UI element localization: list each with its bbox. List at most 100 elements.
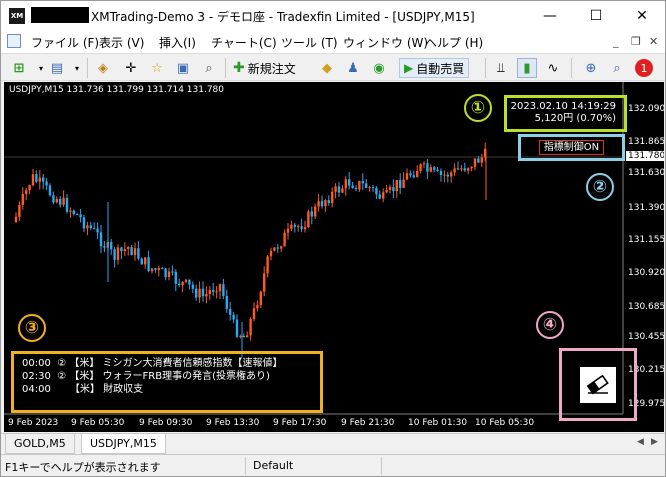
search-icon[interactable]: ⌕ bbox=[607, 58, 627, 78]
price-tick-label: 131.155 bbox=[628, 235, 664, 245]
candle-body bbox=[103, 246, 106, 248]
new-order-icon: ✚ bbox=[233, 60, 245, 76]
strategy-tester-icon[interactable]: ⌕ bbox=[199, 58, 219, 78]
candle-body bbox=[150, 268, 154, 272]
menu-file[interactable]: ファイル (F) bbox=[31, 34, 99, 51]
candle-body bbox=[127, 247, 130, 250]
time-tick-label: 9 Feb 17:30 bbox=[273, 418, 327, 428]
candle-body bbox=[368, 186, 371, 188]
profiles-icon[interactable]: ▤ bbox=[47, 58, 67, 78]
signals-icon[interactable]: ◉ bbox=[369, 58, 389, 78]
candle-body bbox=[470, 166, 473, 169]
price-tick-label: 130.685 bbox=[628, 302, 664, 312]
candle-body bbox=[208, 290, 211, 295]
candle-body bbox=[96, 228, 99, 233]
candle-body bbox=[130, 247, 133, 256]
tab-usdjpy-m15[interactable]: USDJPY,M15 bbox=[81, 434, 166, 454]
menu-tools[interactable]: ツール (T) bbox=[281, 34, 338, 51]
candle-body bbox=[426, 163, 429, 172]
candle-body bbox=[422, 163, 426, 165]
candle-body bbox=[14, 216, 18, 222]
time-tick-label: 9 Feb 13:30 bbox=[206, 418, 260, 428]
annotation-4: ④ bbox=[536, 311, 564, 339]
candle-body bbox=[205, 294, 208, 297]
candle-body bbox=[184, 279, 188, 282]
candle-body bbox=[52, 195, 55, 203]
price-tick-label: 131.630 bbox=[628, 168, 664, 178]
candle-body bbox=[314, 206, 317, 217]
annotation-3: ③ bbox=[18, 314, 46, 342]
menu-help[interactable]: ヘルプ (H) bbox=[425, 34, 483, 51]
price-tick-label: 130.455 bbox=[628, 332, 664, 342]
mdi-minimize-button[interactable]: _ bbox=[613, 35, 619, 48]
mdi-close-button[interactable]: ✕ bbox=[649, 35, 658, 48]
candle-body bbox=[395, 179, 398, 192]
annotation-1: ① bbox=[464, 94, 492, 122]
candlestick-chart-icon[interactable]: ▮ bbox=[517, 58, 537, 78]
chart-window-icon[interactable] bbox=[7, 34, 21, 48]
indicator-control-button[interactable]: 指標制御ON bbox=[538, 140, 605, 155]
tab-gold-m5[interactable]: GOLD,M5 bbox=[5, 434, 75, 454]
metaeditor-icon[interactable]: ◆ bbox=[317, 58, 337, 78]
trader-icon[interactable]: ♟ bbox=[343, 58, 363, 78]
eraser-box bbox=[559, 348, 637, 421]
indicator-control-box: 指標制御ON bbox=[518, 134, 625, 161]
time-tick-label: 10 Feb 01:30 bbox=[408, 418, 468, 428]
candle-body bbox=[297, 226, 300, 228]
market-watch-icon[interactable]: ◈ bbox=[93, 58, 113, 78]
candle-body bbox=[62, 197, 65, 205]
close-button[interactable]: ✕ bbox=[619, 1, 665, 31]
current-price-label: 131.780 bbox=[626, 151, 664, 161]
status-divider bbox=[381, 457, 382, 475]
candle-body bbox=[161, 268, 164, 270]
terminal-window: XM XMTrading-Demo 3 - デモロ座 - Tradexfin L… bbox=[0, 0, 666, 477]
menu-chart[interactable]: チャート(C) bbox=[211, 34, 277, 51]
new-chart-icon[interactable]: ⊞ bbox=[9, 58, 29, 78]
candle-body bbox=[256, 305, 259, 309]
candle-body bbox=[38, 177, 41, 182]
candle-body bbox=[450, 172, 453, 177]
candle-body bbox=[154, 268, 157, 271]
price-chart[interactable]: USDJPY,M15 131.736 131.799 131.714 131.7… bbox=[4, 82, 664, 432]
candle-body bbox=[409, 173, 412, 176]
annotation-2: ② bbox=[586, 173, 614, 201]
time-tick-label: 9 Feb 2023 bbox=[8, 418, 59, 428]
crosshair-icon[interactable]: ✛ bbox=[121, 58, 141, 78]
notification-badge[interactable]: 1 bbox=[635, 59, 653, 77]
new-order-label: 新規注文 bbox=[247, 61, 296, 76]
tab-scroll-right-icon[interactable]: ▶ bbox=[651, 437, 658, 447]
tab-scroll-left-icon[interactable]: ◀ bbox=[637, 437, 644, 447]
candle-body bbox=[348, 179, 351, 186]
line-chart-icon[interactable]: ∿ bbox=[543, 58, 563, 78]
candle-body bbox=[388, 187, 392, 190]
candle-body bbox=[229, 308, 232, 315]
candle-body bbox=[283, 232, 286, 247]
menu-window[interactable]: ウィンドウ (W) bbox=[343, 34, 428, 51]
candle-body bbox=[133, 248, 137, 256]
candle-body bbox=[48, 185, 52, 196]
candle-body bbox=[416, 170, 419, 178]
profiles-dropdown-icon[interactable]: ▾ bbox=[67, 58, 87, 78]
auto-trading-button[interactable]: ▶ 自動売買 bbox=[399, 58, 470, 78]
new-order-button[interactable]: ✚ 新規注文 bbox=[233, 58, 296, 78]
candle-body bbox=[137, 248, 140, 259]
candle-body bbox=[140, 258, 143, 265]
toolbar-separator bbox=[571, 58, 572, 78]
candle-body bbox=[171, 271, 174, 273]
candle-body bbox=[334, 186, 337, 192]
candle-body bbox=[89, 225, 92, 229]
maximize-button[interactable]: ☐ bbox=[573, 1, 619, 31]
candle-body bbox=[429, 167, 432, 172]
candle-body bbox=[399, 179, 402, 189]
eraser-button[interactable] bbox=[580, 366, 616, 403]
terminal-panel-icon[interactable]: ▣ bbox=[173, 58, 193, 78]
status-profile: Default bbox=[253, 459, 294, 472]
menu-view[interactable]: 表示 (V) bbox=[99, 34, 144, 51]
mdi-restore-button[interactable]: ❐ bbox=[631, 35, 641, 48]
menu-insert[interactable]: 挿入(I) bbox=[159, 34, 196, 51]
bar-chart-icon[interactable]: ⫫ bbox=[491, 58, 511, 78]
zoom-in-icon[interactable]: ⊕ bbox=[581, 58, 601, 78]
favorites-star-icon[interactable]: ☆ bbox=[147, 58, 167, 78]
candle-body bbox=[59, 198, 62, 205]
minimize-button[interactable]: — bbox=[527, 1, 573, 31]
